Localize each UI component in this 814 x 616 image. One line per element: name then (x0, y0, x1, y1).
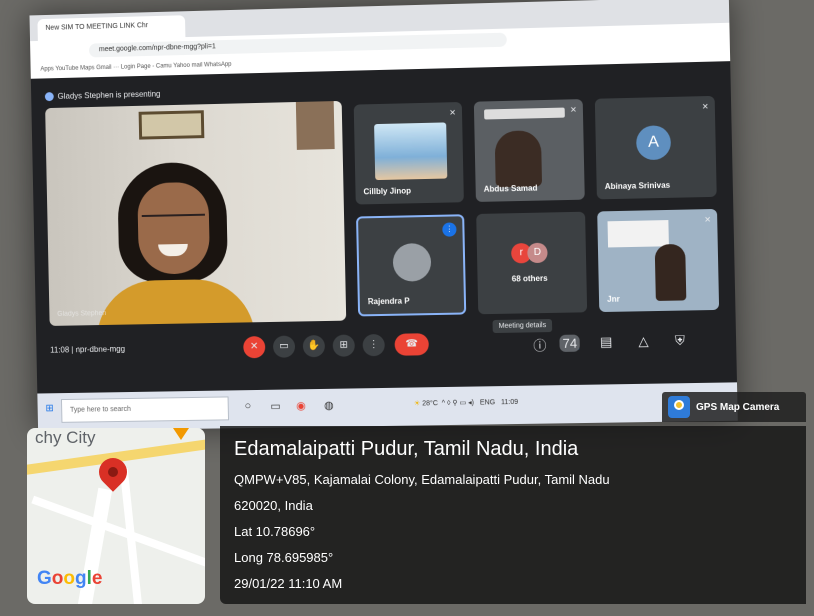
presenting-banner: Gladys Stephen is presenting (44, 89, 161, 102)
map-marker-icon (173, 428, 189, 440)
gps-app-badge: GPS Map Camera (662, 392, 806, 422)
wall-picture (295, 101, 335, 150)
gps-map-camera-icon (668, 396, 690, 418)
location-map-thumbnail: chy City Google (27, 428, 205, 604)
shared-image-thumb (374, 122, 448, 181)
participant-avatar (392, 242, 432, 282)
mic-off-button[interactable]: ✕ (243, 336, 266, 359)
location-title: Edamalaipatti Pudur, Tamil Nadu, India (234, 438, 579, 460)
task-view-icon[interactable]: ○ (244, 400, 251, 412)
map-city-label: chy City (35, 428, 96, 447)
participant-avatar: A (635, 125, 672, 161)
activities-icon[interactable]: △ (638, 333, 648, 349)
system-tray: ☀ 28°C ^ ◊ ⚲ ▭ ◂) ENG 11:09 (413, 398, 519, 408)
participant-silhouette (494, 130, 543, 188)
mic-muted-icon: ✕ (569, 105, 577, 115)
speaking-icon: ⋮ (442, 222, 457, 237)
participant-tile[interactable]: A ✕ Abinaya Srinivas (594, 95, 717, 200)
main-video-tile[interactable]: Gladys Stephen (45, 100, 347, 326)
weather-icon: ☀ (413, 400, 421, 408)
banner-background (607, 220, 669, 248)
google-logo: Google (37, 568, 103, 589)
air-conditioner (484, 107, 565, 120)
mic-muted-icon: ✕ (449, 108, 457, 118)
participant-tile-speaking[interactable]: ⋮ Rajendra P (356, 214, 467, 317)
participant-tile[interactable]: ✕ Abdus Samad (473, 99, 585, 202)
info-icon[interactable]: ⓘ (533, 335, 547, 354)
main-tile-name: Gladys Stephen (57, 310, 107, 318)
latitude: Lat 10.78696° (234, 524, 316, 539)
participant-tile[interactable]: ✕ Jnr (597, 208, 720, 313)
wall-frame (138, 110, 205, 140)
mic-muted-icon: ✕ (701, 102, 709, 112)
language-indicator[interactable]: ENG (480, 399, 495, 406)
address-line-2: 620020, India (234, 498, 313, 513)
map-road (31, 495, 205, 569)
chat-icon[interactable]: ▤ (600, 334, 613, 350)
presenter-glasses (141, 213, 206, 229)
presenter-avatar-icon (44, 92, 54, 102)
windows-start-icon[interactable]: ⊞ (45, 403, 53, 414)
location-info-panel: Edamalaipatti Pudur, Tamil Nadu, India Q… (220, 426, 806, 604)
gps-app-name: GPS Map Camera (696, 402, 780, 413)
raise-hand-button[interactable]: ✋ (302, 334, 326, 358)
address-line-1: QMPW+V85, Kajamalai Colony, Edamalaipatt… (234, 472, 610, 487)
weather-temp: 28°C (422, 400, 438, 408)
present-button[interactable]: ⊞ (332, 334, 355, 357)
meet-window: Gladys Stephen is presenting Gladys Step… (30, 61, 737, 394)
meeting-code: 11:08 | npr-dbne-mgg (50, 344, 126, 355)
others-avatar: D (527, 242, 548, 264)
chrome-icon[interactable]: ◉ (296, 399, 306, 412)
others-tile[interactable]: r D 68 others (476, 211, 588, 315)
projected-screen: New SIM TO MEETING LINK Chr meet.google.… (29, 0, 738, 432)
camera-button[interactable]: ▭ (272, 335, 296, 358)
file-explorer-icon[interactable]: ▭ (270, 400, 281, 413)
timestamp: 29/01/22 11:10 AM (234, 576, 343, 591)
participant-tile[interactable]: ✕ Cillbly Jinop (353, 101, 464, 205)
presenter-shirt (95, 278, 256, 326)
app-icon[interactable]: ◍ (324, 399, 334, 412)
mic-muted-icon: ✕ (704, 215, 712, 225)
longitude: Long 78.695985° (234, 550, 334, 565)
more-options-button[interactable]: ⋮ (362, 333, 385, 357)
taskbar-clock[interactable]: 11:09 (501, 399, 518, 406)
end-call-button[interactable]: ☎ (394, 333, 429, 356)
participant-silhouette (654, 243, 687, 301)
meet-controls-bar: 11:08 | npr-dbne-mgg ✕ ▭ ✋ ⊞ ⋮ ☎ ⓘ 👥 74 … (36, 322, 736, 374)
participants-count-badge: 74 (559, 334, 581, 352)
taskbar-search[interactable]: Type here to search (60, 396, 230, 423)
host-controls-icon[interactable]: ⛨ (675, 333, 685, 349)
